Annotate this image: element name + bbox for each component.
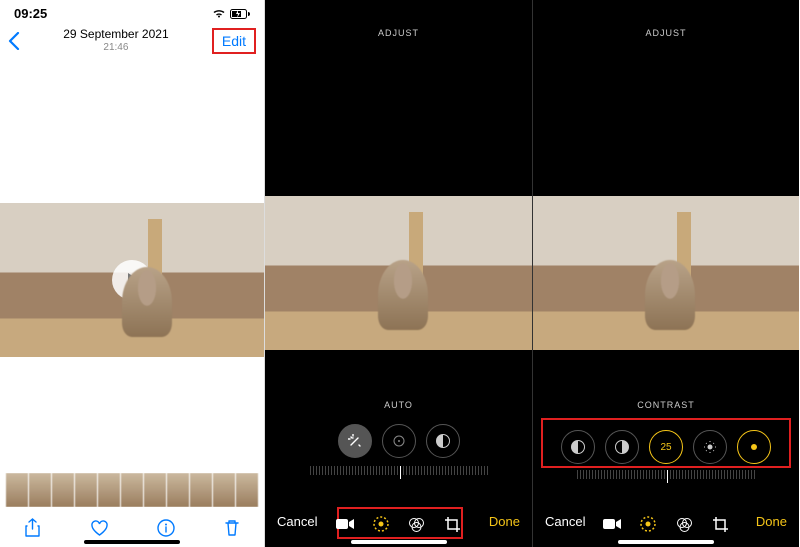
crop-icon xyxy=(712,516,729,533)
edit-adjust-auto-screen: ADJUST AUTO Cancel xyxy=(265,0,532,547)
thumb[interactable] xyxy=(213,473,235,507)
value-slider[interactable] xyxy=(275,466,522,480)
adjust-sub-label: CONTRAST xyxy=(533,400,799,410)
done-button[interactable]: Done xyxy=(489,514,520,529)
nav-bar: 29 September 2021 21:46 Edit xyxy=(0,23,264,63)
home-indicator[interactable] xyxy=(618,540,714,544)
value-slider[interactable] xyxy=(543,470,789,484)
filters-tool[interactable] xyxy=(408,515,426,533)
status-time: 09:25 xyxy=(14,6,47,21)
adjust-dials: 25 xyxy=(533,424,799,470)
delete-button[interactable] xyxy=(224,519,240,537)
brightness-dial[interactable] xyxy=(693,430,727,464)
status-bar: 09:25 xyxy=(0,0,264,23)
share-icon xyxy=(24,518,41,538)
video-tool[interactable] xyxy=(336,515,354,533)
video-icon xyxy=(603,518,621,530)
battery-charging-icon xyxy=(230,9,250,19)
video-preview[interactable] xyxy=(0,203,264,357)
contrast-value: 25 xyxy=(660,442,671,453)
adjust-sub-label: AUTO xyxy=(265,400,532,410)
heart-icon xyxy=(90,520,109,537)
cat-subject xyxy=(645,260,695,330)
adjust-header: ADJUST xyxy=(265,0,532,38)
video-icon xyxy=(336,518,354,530)
photo-time: 21:46 xyxy=(63,42,168,55)
thumb[interactable] xyxy=(6,473,28,507)
auto-dial[interactable] xyxy=(338,424,372,458)
edit-tools xyxy=(603,515,729,533)
thumbnail-strip[interactable] xyxy=(0,473,264,507)
wand-icon xyxy=(348,434,362,448)
crop-tool[interactable] xyxy=(444,515,462,533)
contrast-dial[interactable]: 25 xyxy=(649,430,683,464)
adjust-tool[interactable] xyxy=(372,515,390,533)
photo-date: 29 September 2021 xyxy=(63,27,168,42)
video-preview-edit[interactable] xyxy=(533,196,799,350)
exposure-icon xyxy=(392,434,406,448)
thumb[interactable] xyxy=(75,473,97,507)
highlights-dial[interactable] xyxy=(605,430,639,464)
thumb[interactable] xyxy=(144,473,166,507)
chevron-left-icon xyxy=(8,32,20,50)
thumb[interactable] xyxy=(29,473,51,507)
crop-icon xyxy=(444,516,461,533)
half-circle-icon xyxy=(615,440,629,454)
info-button[interactable] xyxy=(157,519,175,537)
cancel-button[interactable]: Cancel xyxy=(545,514,585,529)
status-indicators xyxy=(212,8,250,19)
brightness-icon xyxy=(703,440,717,454)
dot-icon xyxy=(751,444,757,450)
home-indicator[interactable] xyxy=(84,540,180,544)
half-circle-icon xyxy=(436,434,450,448)
title-block: 29 September 2021 21:46 xyxy=(63,27,168,55)
thumb[interactable] xyxy=(190,473,212,507)
video-preview-edit[interactable] xyxy=(265,196,532,350)
edit-adjust-contrast-screen: ADJUST CONTRAST 25 Cancel xyxy=(532,0,799,547)
thumb[interactable] xyxy=(167,473,189,507)
highlights-dial[interactable] xyxy=(426,424,460,458)
edit-tools xyxy=(336,515,462,533)
edit-button[interactable]: Edit xyxy=(212,28,256,54)
adjust-dial-icon xyxy=(639,515,657,533)
trash-icon xyxy=(224,519,240,537)
cat-subject xyxy=(122,267,172,337)
filters-tool[interactable] xyxy=(675,515,693,533)
info-icon xyxy=(157,519,175,537)
cat-subject xyxy=(378,260,428,330)
half-circle-icon xyxy=(571,440,585,454)
home-indicator[interactable] xyxy=(351,540,447,544)
adjust-header: ADJUST xyxy=(533,0,799,38)
thumb[interactable] xyxy=(98,473,120,507)
black-point-dial[interactable] xyxy=(737,430,771,464)
thumb[interactable] xyxy=(236,473,258,507)
done-button[interactable]: Done xyxy=(756,514,787,529)
adjust-dial-icon xyxy=(372,515,390,533)
brilliance-dial[interactable] xyxy=(561,430,595,464)
crop-tool[interactable] xyxy=(711,515,729,533)
favorite-button[interactable] xyxy=(90,520,109,537)
adjust-tool[interactable] xyxy=(639,515,657,533)
share-button[interactable] xyxy=(24,518,41,538)
cancel-button[interactable]: Cancel xyxy=(277,514,317,529)
exposure-dial[interactable] xyxy=(382,424,416,458)
thumb[interactable] xyxy=(121,473,143,507)
adjust-dials xyxy=(265,424,532,458)
thumb[interactable] xyxy=(52,473,74,507)
filters-icon xyxy=(676,516,693,533)
photos-detail-screen: 09:25 29 September 2021 21:46 Edit xyxy=(0,0,265,547)
video-tool[interactable] xyxy=(603,515,621,533)
wifi-icon xyxy=(212,8,226,19)
filters-icon xyxy=(408,516,425,533)
back-button[interactable] xyxy=(8,32,20,50)
